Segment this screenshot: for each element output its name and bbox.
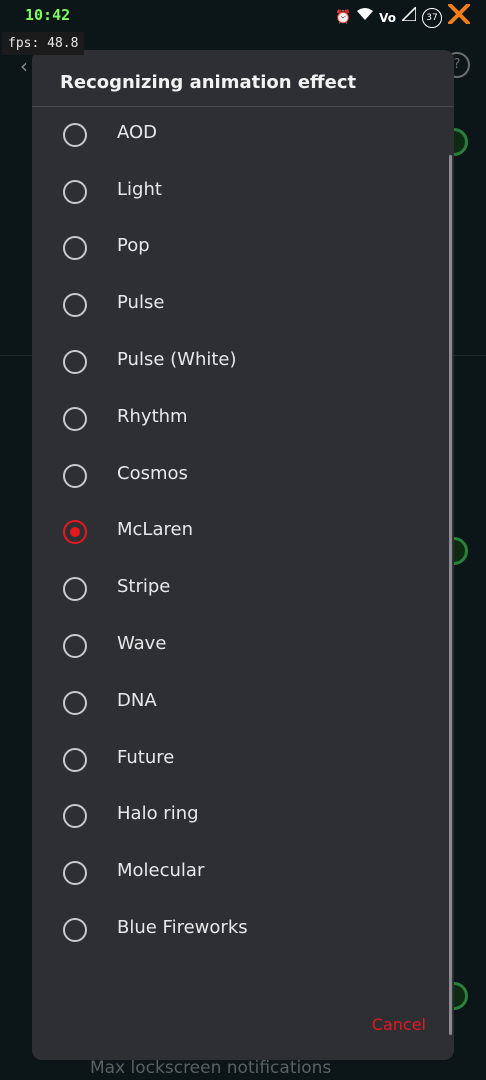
option-row[interactable]: McLaren <box>32 504 454 561</box>
option-label: Halo ring <box>117 803 199 825</box>
option-row[interactable]: Molecular <box>32 845 454 902</box>
option-row[interactable]: Halo ring <box>32 788 454 845</box>
option-label: Wave <box>117 632 167 654</box>
radio-unselected-icon[interactable] <box>63 179 87 204</box>
alarm-icon: ⏰ <box>334 10 352 25</box>
option-row[interactable]: Pop <box>32 220 454 277</box>
radio-unselected-icon[interactable] <box>63 633 87 658</box>
option-label: Pulse <box>117 292 165 314</box>
radio-unselected-icon[interactable] <box>63 861 87 886</box>
option-label: Rhythm <box>117 405 188 427</box>
radio-selected-icon[interactable] <box>63 520 87 545</box>
radio-unselected-icon[interactable] <box>63 917 87 942</box>
volte-icon: Vo <box>379 11 396 25</box>
cancel-button[interactable]: Cancel <box>372 1015 426 1034</box>
radio-unselected-icon[interactable] <box>63 690 87 715</box>
option-row[interactable]: Pulse <box>32 277 454 334</box>
battery-icon: 37 <box>422 8 442 28</box>
status-bar: 10:42 ⏰ Vo 37 <box>0 0 486 30</box>
back-arrow-icon[interactable]: ‹ <box>20 54 28 78</box>
option-row[interactable]: Future <box>32 732 454 789</box>
option-row[interactable]: Pulse (White) <box>32 334 454 391</box>
option-label: Pulse (White) <box>117 348 237 370</box>
radio-unselected-icon[interactable] <box>63 349 87 374</box>
background-setting-label: Max lockscreen notifications <box>90 1058 332 1078</box>
wifi-icon <box>357 7 374 29</box>
option-label: Stripe <box>117 576 171 598</box>
radio-unselected-icon[interactable] <box>63 804 87 829</box>
option-label: Blue Fireworks <box>117 916 248 938</box>
option-row[interactable]: Light <box>32 164 454 221</box>
signal-icon <box>400 5 417 29</box>
scrollbar[interactable] <box>449 155 452 1035</box>
options-list-content: MIUI defaultAODLightPopPulsePulse (White… <box>32 107 454 959</box>
option-label: Light <box>117 178 162 200</box>
app-icon <box>448 3 470 32</box>
option-row[interactable]: Wave <box>32 618 454 675</box>
status-icons: ⏰ Vo 37 <box>334 3 470 32</box>
radio-unselected-icon[interactable] <box>63 293 87 318</box>
option-row[interactable]: Blue Fireworks <box>32 902 454 959</box>
option-row[interactable]: Cosmos <box>32 448 454 505</box>
option-label: Molecular <box>117 860 205 882</box>
option-label: AOD <box>117 121 158 143</box>
radio-unselected-icon[interactable] <box>63 577 87 602</box>
option-label: Future <box>117 746 175 768</box>
option-label: Cosmos <box>117 462 188 484</box>
radio-unselected-icon[interactable] <box>63 463 87 488</box>
fps-counter: fps: 48.8 <box>2 32 85 55</box>
status-time: 10:42 <box>25 6 71 24</box>
option-row[interactable]: DNA <box>32 675 454 732</box>
option-row[interactable]: Rhythm <box>32 391 454 448</box>
radio-unselected-icon[interactable] <box>63 236 87 261</box>
option-label: Pop <box>117 235 150 257</box>
option-label: DNA <box>117 689 157 711</box>
radio-unselected-icon[interactable] <box>63 406 87 431</box>
dialog-title: Recognizing animation effect <box>60 72 357 93</box>
radio-unselected-icon[interactable] <box>63 747 87 772</box>
radio-unselected-icon[interactable] <box>63 122 87 147</box>
option-row[interactable]: Stripe <box>32 561 454 618</box>
option-label: McLaren <box>117 519 193 541</box>
animation-effect-dialog: Recognizing animation effect MIUI defaul… <box>32 50 454 1060</box>
option-row[interactable]: AOD <box>32 107 454 164</box>
options-list[interactable]: MIUI defaultAODLightPopPulsePulse (White… <box>32 107 454 1007</box>
